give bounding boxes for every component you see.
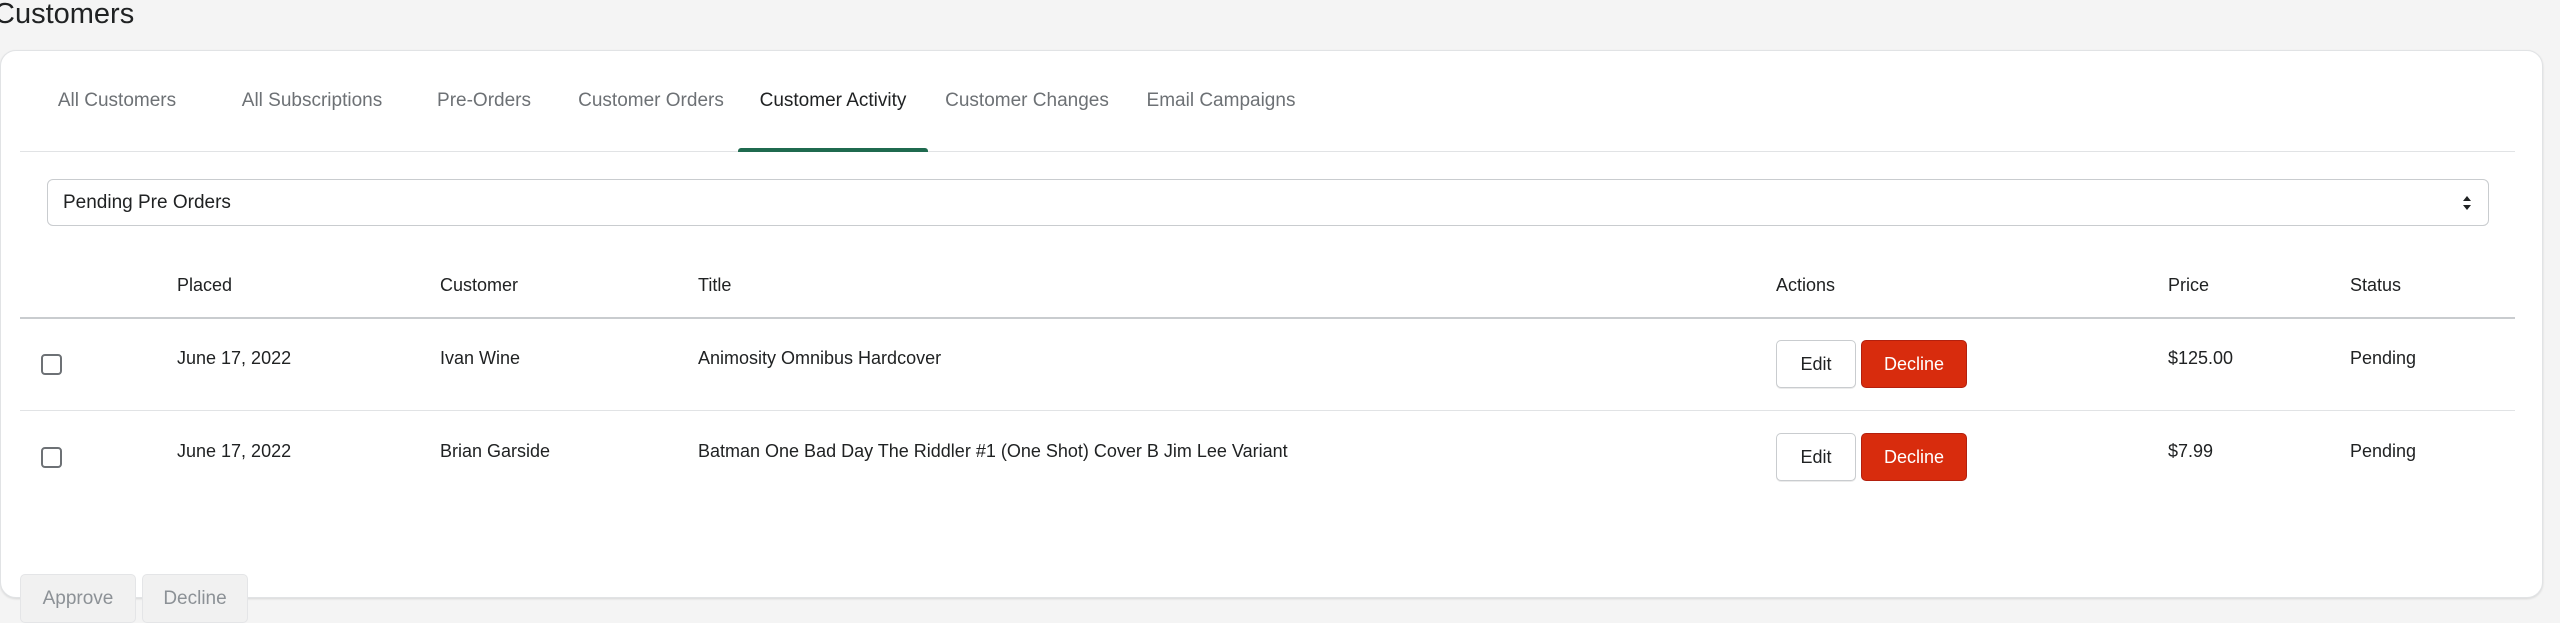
placed-date: June 17, 2022 (177, 441, 292, 461)
column-header-customer: Customer (440, 275, 519, 295)
activity-filter-value: Pending Pre Orders (63, 191, 231, 213)
tab-all-customers[interactable]: All Customers (40, 51, 194, 151)
column-header-title: Title (698, 275, 732, 295)
table-row: June 17, 2022 Brian Garside Batman One B… (20, 411, 2515, 503)
customer-name: Ivan Wine (440, 348, 521, 368)
tab-all-subscriptions[interactable]: All Subscriptions (208, 51, 416, 151)
tab-bar: All Customers All Subscriptions Pre-Orde… (20, 51, 2515, 152)
status-text: Pending (2350, 348, 2417, 368)
placed-date: June 17, 2022 (177, 348, 292, 368)
column-header-status: Status (2350, 275, 2402, 295)
decline-selected-button[interactable]: Decline (142, 574, 248, 623)
customers-card: All Customers All Subscriptions Pre-Orde… (0, 50, 2543, 623)
edit-button[interactable]: Edit (1776, 433, 1856, 481)
row-select-checkbox[interactable] (41, 447, 62, 468)
tab-email-campaigns[interactable]: Email Campaigns (1126, 51, 1316, 151)
status-text: Pending (2350, 441, 2417, 461)
table-header: Placed Customer Title Actions Price Stat… (20, 259, 2515, 319)
column-header-price: Price (2168, 275, 2210, 295)
column-header-placed: Placed (177, 275, 233, 295)
approve-selected-button[interactable]: Approve (20, 574, 136, 623)
tab-customer-orders[interactable]: Customer Orders (556, 51, 746, 151)
tab-customer-changes[interactable]: Customer Changes (926, 51, 1128, 151)
page-title: Customers (0, 0, 135, 30)
decline-button[interactable]: Decline (1861, 340, 1967, 388)
item-title: Animosity Omnibus Hardcover (698, 348, 942, 368)
column-header-actions: Actions (1776, 275, 1836, 295)
tab-customer-activity[interactable]: Customer Activity (738, 51, 928, 152)
edit-button[interactable]: Edit (1776, 340, 1856, 388)
select-caret-icon (2463, 196, 2471, 210)
tab-pre-orders[interactable]: Pre-Orders (412, 51, 556, 151)
price: $125.00 (2168, 348, 2234, 368)
table-row: June 17, 2022 Ivan Wine Animosity Omnibu… (20, 318, 2515, 411)
decline-button[interactable]: Decline (1861, 433, 1967, 481)
activity-filter-select[interactable]: Pending Pre Orders (47, 179, 2489, 226)
price: $7.99 (2168, 441, 2214, 461)
customer-name: Brian Garside (440, 441, 551, 461)
item-title: Batman One Bad Day The Riddler #1 (One S… (698, 441, 1288, 461)
row-select-checkbox[interactable] (41, 354, 62, 375)
